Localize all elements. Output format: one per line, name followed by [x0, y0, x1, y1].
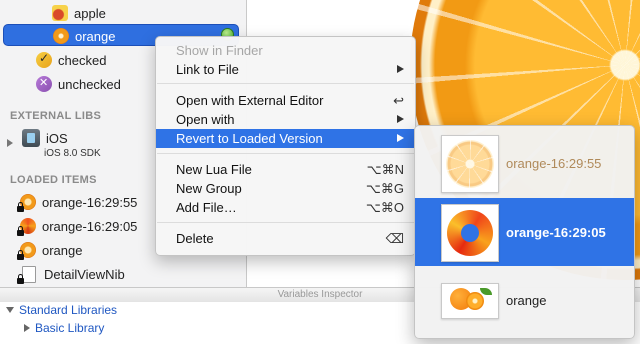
sidebar-item-ios[interactable]: iOS — [22, 127, 68, 149]
orange-icon — [17, 242, 36, 260]
menu-item-label: Open with — [176, 112, 235, 127]
swirl-logo-icon — [447, 210, 493, 256]
submenu-arrow-icon — [397, 134, 404, 142]
ios-sdk-icon — [22, 129, 40, 147]
shortcut-label: ⌥⌘O — [365, 200, 404, 215]
leaf-icon — [480, 288, 492, 295]
orange-icon — [17, 194, 36, 212]
menu-separator — [157, 153, 414, 154]
menu-item-open-with-external-editor[interactable]: Open with External Editor ↩ — [156, 91, 415, 110]
disclosure-triangle-icon[interactable] — [7, 139, 13, 147]
submenu-item-version[interactable]: orange-16:29:55 — [415, 129, 634, 197]
submenu-arrow-icon — [397, 115, 404, 123]
loaded-item[interactable]: DetailViewNib — [17, 263, 125, 285]
disclosure-closed-icon[interactable] — [24, 324, 30, 332]
lock-icon — [17, 226, 24, 236]
menu-item-delete[interactable]: Delete ⌫ — [156, 229, 415, 248]
sidebar-item-apple[interactable]: apple — [52, 2, 106, 24]
sidebar-item-label: orange — [75, 28, 116, 44]
menu-item-label: Delete — [176, 231, 214, 246]
basic-library-label: Basic Library — [35, 321, 105, 335]
menu-item-label: Revert to Loaded Version — [176, 131, 323, 146]
shortcut-label: ⌫ — [385, 231, 404, 246]
lock-icon — [17, 202, 24, 212]
menu-item-label: Show in Finder — [176, 43, 263, 58]
revert-submenu: orange-16:29:55 orange-16:29:05 orange — [414, 125, 635, 339]
lock-icon — [17, 273, 24, 284]
menu-item-new-lua-file[interactable]: New Lua File ⌥⌘N — [156, 160, 415, 179]
menu-separator — [157, 222, 414, 223]
submenu-item-version[interactable]: orange — [415, 266, 634, 334]
loaded-item-label: orange-16:29:55 — [42, 194, 138, 210]
menu-item-revert-to-loaded-version[interactable]: Revert to Loaded Version — [156, 129, 415, 148]
thumbnail-swirl — [441, 204, 499, 262]
loaded-item-label: orange-16:29:05 — [42, 218, 138, 234]
sidebar-item-checked[interactable]: checked — [36, 49, 106, 71]
submenu-arrow-icon — [397, 65, 404, 73]
menu-item-label: Link to File — [176, 62, 239, 77]
standard-libraries-label: Standard Libraries — [19, 303, 118, 317]
thumbnail-oranges — [441, 283, 499, 319]
ios-sdk-version: iOS 8.0 SDK — [44, 148, 101, 159]
sidebar-item-label: iOS — [46, 130, 68, 146]
checked-icon — [36, 51, 52, 68]
menu-item-add-file[interactable]: Add File… ⌥⌘O — [156, 198, 415, 217]
context-menu: Show in Finder Link to File Open with Ex… — [155, 36, 416, 256]
orange-half-icon — [466, 292, 484, 310]
menu-item-label: New Group — [176, 181, 242, 196]
loaded-item[interactable]: orange — [17, 239, 83, 261]
shortcut-label: ↩ — [393, 93, 404, 108]
menu-separator — [157, 83, 414, 84]
loaded-item-label: DetailViewNib — [44, 266, 125, 282]
menu-item-new-group[interactable]: New Group ⌥⌘G — [156, 179, 415, 198]
section-header-loaded-items: LOADED ITEMS — [10, 174, 97, 186]
basic-library-row[interactable]: Basic Library — [24, 321, 104, 335]
menu-item-open-with[interactable]: Open with — [156, 110, 415, 129]
orange-slice-icon — [446, 140, 494, 188]
sidebar-item-unchecked[interactable]: unchecked — [36, 73, 121, 95]
apple-icon — [52, 5, 68, 21]
submenu-item-label: orange-16:29:55 — [506, 155, 602, 171]
sidebar-item-label: checked — [58, 52, 107, 68]
document-icon — [17, 265, 36, 284]
swirl-icon — [17, 218, 36, 236]
thumbnail-orange-slice — [441, 135, 499, 193]
loaded-item[interactable]: orange-16:29:55 — [17, 191, 138, 213]
standard-libraries-row[interactable]: Standard Libraries — [6, 303, 117, 317]
menu-item-link-to-file[interactable]: Link to File — [156, 60, 415, 79]
loaded-item-label: orange — [42, 242, 83, 258]
menu-item-label: Open with External Editor — [176, 93, 324, 108]
shortcut-label: ⌥⌘N — [366, 162, 404, 177]
disclosure-open-icon[interactable] — [6, 307, 14, 313]
menu-item-label: New Lua File — [176, 162, 252, 177]
submenu-item-version[interactable]: orange-16:29:05 — [415, 198, 634, 266]
shortcut-label: ⌥⌘G — [365, 181, 404, 196]
unchecked-icon — [36, 76, 52, 92]
sidebar-item-label: unchecked — [58, 76, 121, 92]
lock-icon — [17, 250, 24, 260]
menu-item-label: Add File… — [176, 200, 237, 215]
submenu-item-label: orange-16:29:05 — [506, 224, 606, 240]
loaded-item[interactable]: orange-16:29:05 — [17, 215, 138, 237]
section-header-external-libs: EXTERNAL LIBS — [10, 110, 102, 122]
menu-item-show-in-finder[interactable]: Show in Finder — [156, 41, 415, 60]
sidebar-item-label: apple — [74, 5, 106, 21]
submenu-item-label: orange — [506, 292, 547, 308]
orange-icon — [53, 28, 69, 44]
